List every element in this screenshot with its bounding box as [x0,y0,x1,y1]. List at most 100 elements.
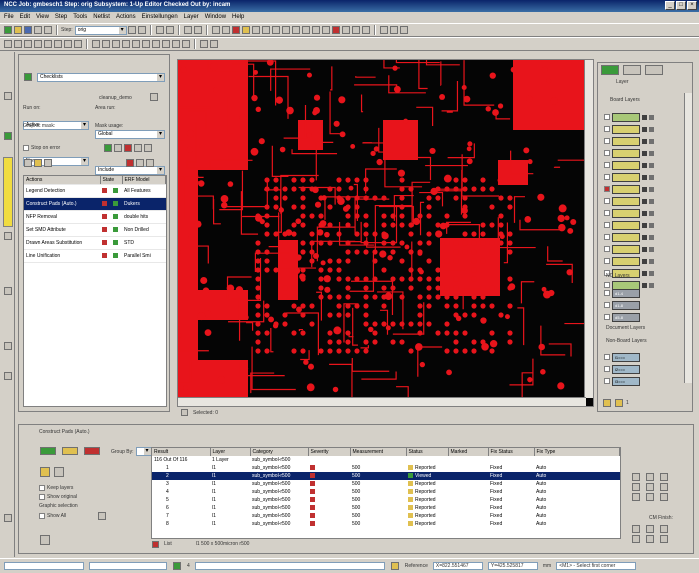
graph-icon[interactable] [379,26,388,34]
zoom-in-icon[interactable] [261,26,270,34]
save-icon[interactable] [24,26,32,34]
checklist-combo[interactable]: Checklists [37,73,165,82]
folder-icon[interactable] [14,26,22,34]
layer-checkbox[interactable] [604,174,610,180]
nc-layer-row[interactable]: d1-4 [604,287,640,299]
step-next-icon[interactable] [137,26,146,34]
non-board-layer-row[interactable]: l3=== [604,375,640,387]
layer-box[interactable] [612,160,640,170]
fix-accept-icon[interactable] [632,483,640,491]
close-icon[interactable]: × [687,1,697,10]
result-row[interactable]: 4 l1 sub_symbol-r500 500 Reported Fixed Auto [152,488,620,496]
checklist-dock-icon[interactable] [4,132,12,140]
results-header-severity[interactable]: Severity [308,448,351,456]
layer-box[interactable] [612,244,640,254]
layers-scrollbar[interactable] [684,93,692,383]
refresh-icon[interactable] [311,26,320,34]
layer-props-icon[interactable] [642,282,647,288]
result-row[interactable]: 7 l1 sub_symbol-r500 500 Reported Fixed Auto [152,512,620,520]
nc-layer-row[interactable]: d1-8 [604,299,640,311]
scale-icon[interactable] [182,40,190,48]
board-layer-row[interactable] [604,183,654,195]
menu-einstellungen[interactable]: Einstellungen [142,14,178,21]
text-icon[interactable] [74,40,82,48]
line-icon[interactable] [44,40,52,48]
layer-props-icon[interactable] [642,174,647,180]
mark-result-icon[interactable] [84,447,100,455]
result-row[interactable]: 2 l1 sub_symbol-r500 500 Viewed Fixed Auto [152,472,620,480]
layer-add-icon[interactable] [649,162,654,168]
non-board-layer-row[interactable]: l2=== [604,363,640,375]
step-icon[interactable] [134,144,142,152]
layer-add-icon[interactable] [649,138,654,144]
stop-on-error-checkbox[interactable] [23,145,29,151]
palette-tab-icon[interactable] [623,65,641,75]
move-icon[interactable] [351,26,360,34]
zoom-result-icon[interactable] [40,467,50,477]
board-layer-row[interactable] [604,231,654,243]
layer-add-icon[interactable] [649,126,654,132]
menu-netlist[interactable]: Netlist [93,14,110,21]
prev-result-icon[interactable] [62,447,78,455]
layer-box[interactable] [612,172,640,182]
nc-layer-row[interactable]: d5-8 [604,311,640,323]
layer-add-icon[interactable] [649,234,654,240]
next-result-icon[interactable] [40,447,56,455]
reference-label[interactable]: Reference [405,563,428,569]
action-row[interactable]: Line Unification Parallel Smi [24,249,166,263]
layer-add-icon[interactable] [649,282,654,288]
layer-box[interactable] [612,208,640,218]
layer-box[interactable] [612,112,640,122]
show-all-checkbox[interactable] [39,513,45,519]
layer-checkbox[interactable] [604,258,610,264]
layer-tab-icon[interactable] [601,65,619,75]
results-header-fix-type[interactable]: Fix Type [534,448,620,456]
results-header-status[interactable]: Status [406,448,449,456]
pcb-artwork[interactable] [178,60,593,406]
layer-add-icon[interactable] [649,210,654,216]
keep-layers-option[interactable]: Keep layers [39,485,107,491]
reference-icon[interactable] [390,562,399,570]
layer-add-icon[interactable] [4,40,12,48]
minimize-icon[interactable]: _ [665,1,675,10]
layer-box[interactable]: l3=== [612,376,640,386]
erf-model-header[interactable]: ERF Model [122,176,166,185]
cursor-icon[interactable] [211,26,220,34]
layer-box[interactable]: l2=== [612,364,640,374]
layer-add-icon[interactable] [649,222,654,228]
layer-props-icon[interactable] [642,198,647,204]
action-info-icon[interactable] [136,159,144,167]
pan-icon[interactable] [301,26,310,34]
layer-checkbox[interactable] [604,246,610,252]
result-row[interactable]: 5 l1 sub_symbol-r500 500 Reported Fixed Auto [152,496,620,504]
show-original-option[interactable]: Show original [39,494,107,500]
board-layer-row[interactable] [604,135,654,147]
dock-tool5-icon[interactable] [4,514,12,522]
layer-checkbox[interactable] [604,210,610,216]
fix-reject-icon[interactable] [646,483,654,491]
open-job-icon[interactable] [4,26,12,34]
lock-icon[interactable] [142,40,150,48]
fix-undo-icon[interactable] [632,493,640,501]
pad-icon[interactable] [34,40,42,48]
layout-icon[interactable] [183,26,192,34]
fix-apply-icon[interactable] [660,483,668,491]
board-layer-row[interactable] [604,195,654,207]
board-layer-row[interactable] [604,111,654,123]
layer-box[interactable]: d5-8 [612,312,640,322]
layer-add-icon[interactable] [649,174,654,180]
results-header-fix-status[interactable]: Fix Status [488,448,535,456]
undo-icon[interactable] [155,26,164,34]
layer-box[interactable]: l1=== [612,352,640,362]
layer-props-icon[interactable] [642,114,647,120]
fix-redo-icon[interactable] [646,493,654,501]
keep-layers-checkbox[interactable] [39,485,45,491]
cm-b-icon[interactable] [646,525,654,533]
results-summary-row[interactable]: 116 Out Of 116 1 Layer sub_symbol-r500 [152,456,620,464]
action-row[interactable]: Set SMD Attribute Non Drilled [24,223,166,237]
area-run-combo[interactable]: Global [95,130,165,139]
layer-props-icon[interactable] [642,186,647,192]
clip-icon[interactable] [152,40,160,48]
highlight-icon[interactable] [241,26,250,34]
ruler-icon[interactable] [321,26,330,34]
